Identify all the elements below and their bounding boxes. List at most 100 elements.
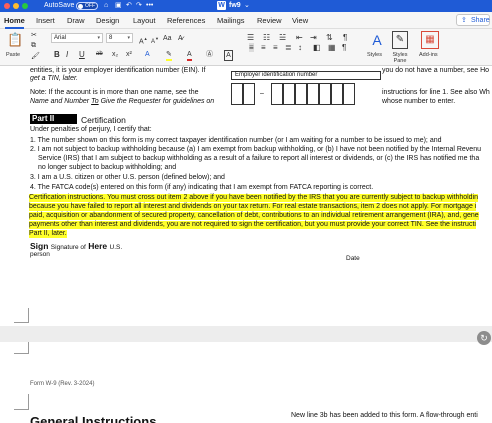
refresh-icon[interactable]: ↻ (477, 331, 491, 345)
close-window-icon[interactable] (4, 3, 10, 9)
highlight-color-icon[interactable]: ✎ (166, 50, 172, 61)
title-chevron-icon[interactable]: ⌄ (244, 1, 250, 11)
cert-item-3: 3. I am a U.S. citizen or other U.S. per… (30, 174, 225, 181)
font-color-icon[interactable]: A (187, 50, 192, 61)
cert-item-2-line1: 2. I am not subject to backup withholdin… (30, 146, 481, 153)
sort-icon[interactable]: ⇅ (326, 33, 333, 42)
decrease-indent-icon[interactable]: ⇤ (296, 33, 303, 42)
strikethrough-button[interactable]: ab (96, 50, 103, 59)
autosave-toggle[interactable]: OFF (76, 2, 98, 10)
cert-item-2-line2: Service (IRS) that I am subject to backu… (38, 155, 480, 162)
ein-label: Employer identification number (231, 71, 381, 80)
justify-icon[interactable]: ≣ (285, 43, 292, 52)
bullets-icon[interactable]: ☰ (247, 33, 254, 42)
ein-digit-box[interactable] (283, 83, 295, 105)
add-ins-icon[interactable]: ▦ (421, 31, 439, 49)
underline-button[interactable]: U (79, 50, 85, 59)
right-column-line1: you do not have a number, see Ho (382, 67, 490, 74)
ein-digit-box[interactable] (343, 83, 355, 105)
perjury-intro: Under penalties of perjury, I certify th… (30, 126, 152, 133)
cert-item-2-line3: no longer subject to backup withholding;… (38, 164, 177, 171)
part-ii-tag: Part II (30, 114, 77, 124)
toggle-knob (78, 4, 83, 9)
page-2[interactable]: Form W-9 (Rev. 3-2024) General Instructi… (0, 342, 492, 423)
change-case-icon[interactable]: Aa (163, 34, 172, 43)
shading-icon[interactable]: ◧ (313, 43, 321, 52)
right-column-line2: instructions for line 1. See also Wh (382, 89, 490, 96)
tab-review[interactable]: Review (257, 16, 282, 25)
chevron-down-icon: ▾ (97, 35, 100, 41)
align-right-icon[interactable]: ≡ (273, 43, 278, 52)
ribbon-home: 📋 Paste ✂ ⧉ 🖌 Arial ▾ 8 ▾ A▲ A▼ Aa A̷ B I … (0, 29, 492, 66)
sign-person-label: person (30, 251, 50, 258)
tab-view[interactable]: View (292, 16, 308, 25)
format-painter-icon[interactable]: 🖌 (31, 52, 40, 61)
crop-mark (14, 308, 29, 323)
styles-gallery-icon[interactable]: A (368, 31, 386, 49)
copy-icon[interactable]: ⧉ (31, 41, 36, 50)
italic-button[interactable]: I (66, 50, 68, 59)
add-ins-label: Add-ins (419, 52, 438, 58)
clear-formatting-icon[interactable]: A̷ (178, 34, 183, 43)
document-canvas[interactable]: entities, it is your employer identifica… (0, 66, 492, 423)
character-shading-icon[interactable]: Ⓐ (206, 50, 213, 59)
superscript-button[interactable]: x² (126, 50, 132, 59)
line-spacing-icon[interactable]: ↕ (298, 43, 302, 52)
styles-label: Styles (367, 52, 382, 58)
home-icon[interactable]: ⌂ (104, 1, 108, 11)
undo-icon[interactable]: ↶ (126, 1, 132, 11)
save-icon[interactable]: ▣ (115, 1, 122, 11)
multilevel-list-icon[interactable]: ☱ (279, 33, 286, 42)
ein-digit-box[interactable] (271, 83, 283, 105)
right-column-line3: whose number to enter. (382, 98, 456, 105)
maximize-window-icon[interactable] (22, 3, 28, 9)
font-name-select[interactable]: Arial ▾ (51, 33, 103, 43)
ein-digit-box[interactable] (319, 83, 331, 105)
cert-instructions-line1: Certification instructions. You must cro… (29, 194, 479, 202)
cut-icon[interactable]: ✂ (31, 31, 37, 40)
share-button[interactable]: ⇪ Share (456, 14, 490, 26)
redo-icon[interactable]: ↷ (136, 1, 142, 11)
grow-font-icon[interactable]: A▲ (139, 34, 148, 46)
tin-paragraph-line1: entities, it is your employer identifica… (30, 67, 206, 74)
tab-mailings[interactable]: Mailings (217, 16, 245, 25)
character-border-icon[interactable]: A (224, 50, 233, 61)
chevron-down-icon: ▾ (127, 35, 130, 41)
align-center-icon[interactable]: ≡ (261, 43, 266, 52)
ribbon-tabs: Home Insert Draw Design Layout Reference… (0, 12, 492, 29)
text-effects-icon[interactable]: A (145, 50, 150, 59)
ein-digit-box[interactable] (231, 83, 243, 105)
tab-layout[interactable]: Layout (133, 16, 156, 25)
crop-mark (14, 394, 29, 410)
ein-digit-box[interactable] (295, 83, 307, 105)
ein-digit-box[interactable] (307, 83, 319, 105)
minimize-window-icon[interactable] (13, 3, 19, 9)
page-1[interactable]: entities, it is your employer identifica… (0, 66, 492, 326)
paste-icon[interactable]: 📋 (7, 32, 23, 48)
cert-item-4: 4. The FATCA code(s) entered on this for… (30, 184, 374, 191)
cert-instructions-line3: paid, acquisition or abandonment of secu… (29, 212, 479, 220)
tab-design[interactable]: Design (96, 16, 119, 25)
subscript-button[interactable]: x₂ (112, 50, 118, 59)
shrink-font-icon[interactable]: A▼ (151, 34, 159, 47)
bold-button[interactable]: B (54, 50, 60, 59)
tab-references[interactable]: References (167, 16, 205, 25)
align-left-icon[interactable]: ≡ (249, 43, 254, 52)
increase-indent-icon[interactable]: ⇥ (310, 33, 317, 42)
ein-digit-box[interactable] (331, 83, 343, 105)
tab-insert[interactable]: Insert (36, 16, 55, 25)
ein-dash: – (260, 90, 264, 97)
cert-instructions-line4: payments other than interest and dividen… (29, 221, 476, 229)
font-size-select[interactable]: 8 ▾ (106, 33, 133, 43)
cert-item-1: 1. The number shown on this form is my c… (30, 137, 442, 144)
borders-icon[interactable]: ▦ (328, 43, 336, 52)
styles-pane-icon[interactable]: ✎ (392, 31, 408, 49)
more-icon[interactable]: ••• (146, 1, 153, 11)
numbering-icon[interactable]: ☷ (263, 33, 270, 42)
ein-digit-box[interactable] (243, 83, 255, 105)
tab-draw[interactable]: Draw (67, 16, 85, 25)
tab-home[interactable]: Home (4, 16, 25, 25)
show-formatting-icon[interactable]: ¶ (343, 33, 347, 42)
paragraph-dialog-icon[interactable]: ¶ (342, 43, 346, 52)
date-label: Date (346, 255, 360, 262)
